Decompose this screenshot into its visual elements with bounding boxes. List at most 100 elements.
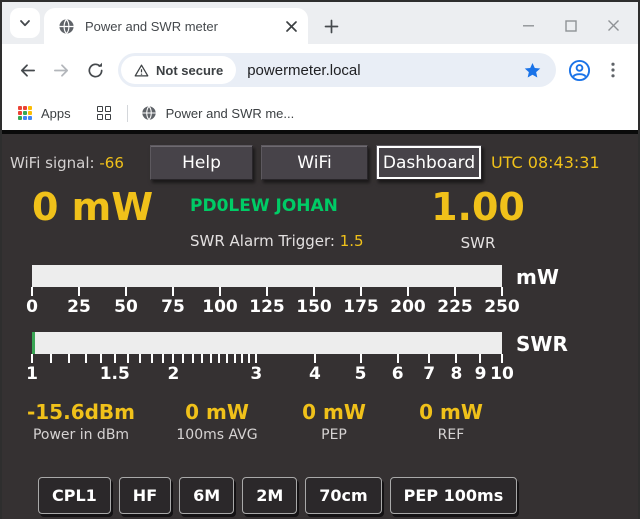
apps-shortcut[interactable]: Apps <box>18 106 71 121</box>
band-button-6m[interactable]: 6M <box>179 477 234 514</box>
meter-tick <box>360 287 362 296</box>
swr-meter-ticks <box>32 354 502 363</box>
meter-tick <box>162 354 164 363</box>
meter-tick <box>407 287 409 296</box>
help-button[interactable]: Help <box>150 145 253 180</box>
meter-tick-label: 6 <box>392 364 404 384</box>
readout-label: Power in dBm <box>6 427 156 443</box>
maximize-icon[interactable] <box>565 20 577 32</box>
meter-tick <box>100 354 102 363</box>
readings-row: 0 mW PD0LEW JOHAN SWR Alarm Trigger: 1.5… <box>2 186 638 252</box>
swr-meter-unit: SWR <box>516 332 568 356</box>
readout-label: PEP <box>278 427 390 443</box>
bookmark-star-button[interactable] <box>523 61 542 80</box>
globe-icon <box>141 105 157 121</box>
readout-value: 0 mW <box>156 400 278 424</box>
readout-value: 0 mW <box>278 400 390 424</box>
profile-button[interactable] <box>562 53 596 87</box>
bookmarks-divider <box>127 105 128 122</box>
power-meter: mW 0255075100125150175200225250 <box>32 265 502 319</box>
power-value: 0 mW <box>32 186 190 230</box>
meter-tick-label: 1 <box>26 364 38 384</box>
readout-value: -15.6dBm <box>6 400 156 424</box>
close-icon[interactable] <box>607 19 620 32</box>
meter-tick-label: 5 <box>355 364 367 384</box>
plus-icon <box>324 19 339 34</box>
meter-tick <box>85 354 87 363</box>
power-meter-unit: mW <box>516 265 559 289</box>
meter-tick <box>31 287 33 296</box>
meter-tick <box>50 354 52 363</box>
tab-title: Power and SWR meter <box>85 19 285 34</box>
meter-tick <box>360 354 362 363</box>
meter-tick <box>255 354 257 363</box>
top-row: WiFi signal: -66 HelpWiFiDashboard UTC 0… <box>10 145 632 180</box>
band-button-pep-100ms[interactable]: PEP 100ms <box>390 477 518 514</box>
back-icon <box>18 61 37 80</box>
meter-tick-label: 250 <box>484 297 520 317</box>
meter-tick-label: 7 <box>423 364 435 384</box>
meter-tick <box>201 354 203 363</box>
apps-label: Apps <box>41 106 71 121</box>
meter-tick-label: 225 <box>437 297 473 317</box>
meter-tick <box>241 354 243 363</box>
power-column: 0 mW <box>32 186 190 252</box>
meter-tick-label: 175 <box>343 297 379 317</box>
minimize-icon[interactable] <box>522 19 535 32</box>
new-tab-button[interactable] <box>324 19 339 34</box>
readout-100ms-avg: 0 mW 100ms AVG <box>156 400 278 443</box>
meter-tick <box>266 287 268 296</box>
meter-tick <box>219 287 221 296</box>
meter-tick-label: 50 <box>114 297 138 317</box>
meter-tick <box>139 354 141 363</box>
readout-label: 100ms AVG <box>156 427 278 443</box>
bookmark-label: Power and SWR me... <box>166 106 295 121</box>
meter-tick <box>313 287 315 296</box>
browser-menu-button[interactable] <box>596 53 630 87</box>
swr-column: 1.00 SWR <box>418 186 538 252</box>
url-text[interactable]: powermeter.local <box>247 62 360 79</box>
wifi-signal: WiFi signal: -66 <box>10 154 150 172</box>
meter-tick-label: 0 <box>26 297 38 317</box>
tab-close-icon[interactable] <box>285 20 298 33</box>
power-meter-scale: 0255075100125150175200225250 <box>32 297 502 319</box>
address-bar[interactable]: Not secure powermeter.local <box>118 53 556 87</box>
reload-button[interactable] <box>78 53 112 87</box>
band-button-hf[interactable]: HF <box>119 477 171 514</box>
meter-tick <box>397 354 399 363</box>
kebab-menu-icon <box>604 61 622 79</box>
meter-tick <box>172 287 174 296</box>
band-button-70cm[interactable]: 70cm <box>305 477 381 514</box>
tab-search-button[interactable] <box>10 8 40 38</box>
meter-tick-label: 25 <box>67 297 91 317</box>
band-button-cpl1[interactable]: CPL1 <box>38 477 111 514</box>
bookmark-item[interactable]: Power and SWR me... <box>141 105 295 121</box>
meter-tick <box>151 354 153 363</box>
swr-value-label: SWR <box>418 234 538 252</box>
chevron-down-icon <box>18 16 32 30</box>
meter-tick-label: 100 <box>202 297 238 317</box>
meter-tick <box>78 287 80 296</box>
wifi-button[interactable]: WiFi <box>261 145 368 180</box>
readout-ref: 0 mWREF <box>390 400 512 443</box>
forward-button[interactable] <box>44 53 78 87</box>
browser-tab[interactable]: Power and SWR meter <box>44 8 308 44</box>
power-meter-bar <box>32 265 502 287</box>
window-controls <box>522 19 638 32</box>
reload-icon <box>86 61 105 80</box>
band-button-2m[interactable]: 2M <box>242 477 297 514</box>
swr-meter: SWR 11.52345678910 <box>32 332 502 386</box>
meter-tick <box>314 354 316 363</box>
security-chip[interactable]: Not secure <box>121 56 236 84</box>
readout-label: REF <box>390 427 512 443</box>
meter-tick-label: 75 <box>161 297 185 317</box>
back-button[interactable] <box>10 53 44 87</box>
dashboard-button[interactable]: Dashboard <box>376 145 482 180</box>
meter-tick-label: 10 <box>490 364 514 384</box>
meter-tick-label: 8 <box>451 364 463 384</box>
meter-tick <box>192 354 194 363</box>
swr-alarm: SWR Alarm Trigger: 1.5 <box>190 232 418 250</box>
reading-list-icon[interactable] <box>97 106 111 120</box>
meter-tick-label: 150 <box>296 297 332 317</box>
meter-tick-label: 2 <box>168 364 180 384</box>
